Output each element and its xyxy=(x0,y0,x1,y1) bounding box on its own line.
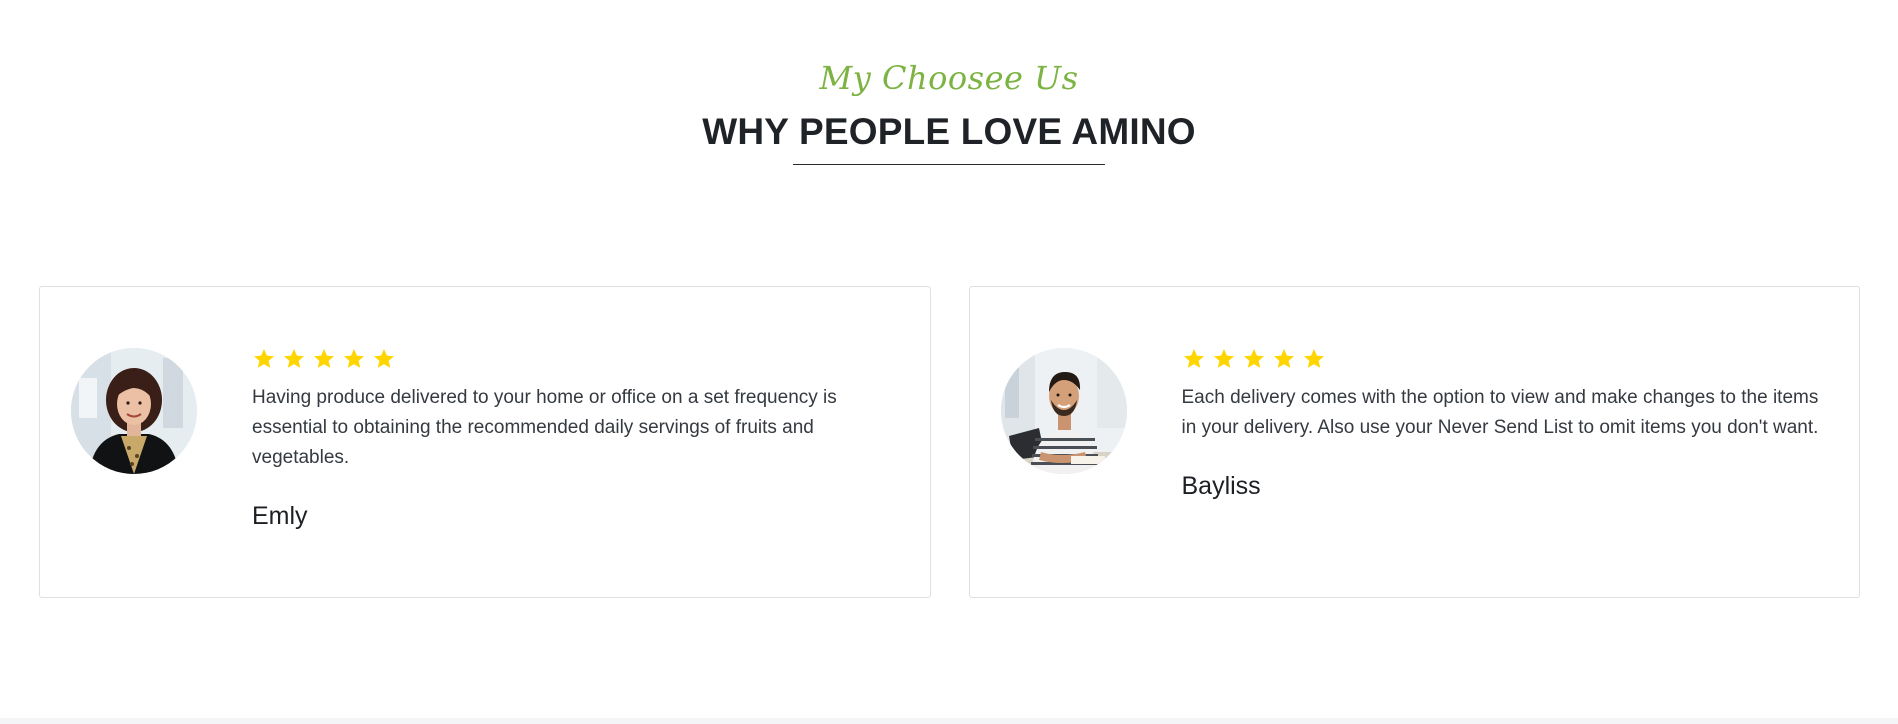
testimonial-cards: Having produce delivered to your home or… xyxy=(39,286,1860,598)
avatar xyxy=(1000,348,1127,474)
testimonial-content: Having produce delivered to your home or… xyxy=(252,347,890,531)
star-rating xyxy=(1182,347,1820,371)
star-icon xyxy=(1243,349,1264,368)
testimonial-quote: Each delivery comes with the option to v… xyxy=(1181,387,1819,438)
star-rating xyxy=(252,347,890,371)
avatar xyxy=(71,348,197,474)
testimonial-card: Each delivery comes with the option to v… xyxy=(968,286,1860,598)
star-icon xyxy=(254,349,274,368)
testimonial-author: Emly xyxy=(252,502,308,530)
star-icon xyxy=(1273,349,1294,368)
testimonial-card: Having produce delivered to your home or… xyxy=(39,286,931,598)
star-icon xyxy=(374,349,394,368)
testimonial-content: Each delivery comes with the option to v… xyxy=(1182,347,1820,501)
testimonial-author: Bayliss xyxy=(1181,472,1261,500)
testimonials-section: My Choosee Us WHY PEOPLE LOVE AMINO Havi… xyxy=(0,0,1898,724)
star-icon xyxy=(284,349,304,368)
footer-divider xyxy=(0,718,1898,724)
title-underline xyxy=(793,164,1105,165)
star-icon xyxy=(1213,349,1234,368)
section-subtitle: My Choosee Us xyxy=(819,59,1079,97)
star-icon xyxy=(1183,349,1204,368)
star-icon xyxy=(344,349,364,368)
testimonial-quote: Having produce delivered to your home or… xyxy=(252,387,837,468)
section-header: My Choosee Us WHY PEOPLE LOVE AMINO xyxy=(0,58,1898,165)
woman-portrait-icon xyxy=(71,348,197,474)
section-title: WHY PEOPLE LOVE AMINO xyxy=(702,111,1196,152)
man-portrait-icon xyxy=(1000,348,1127,474)
star-icon xyxy=(1303,349,1324,368)
star-icon xyxy=(314,349,334,368)
